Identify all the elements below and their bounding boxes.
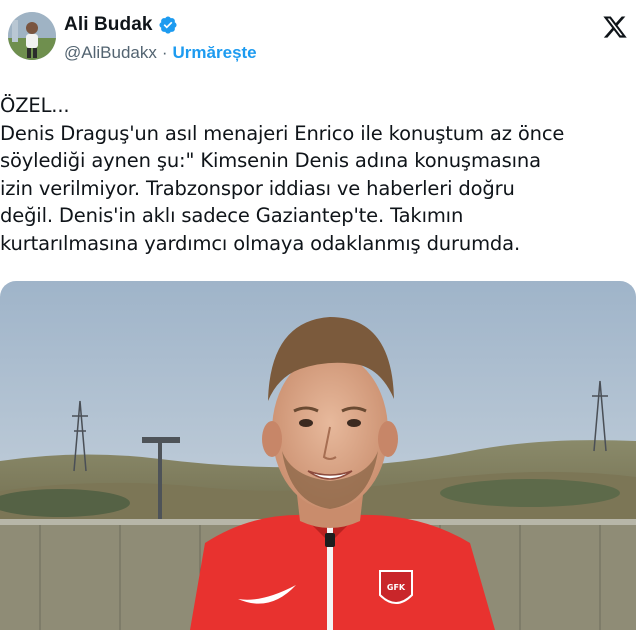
tweet-header: Ali Budak @AliBudakx · Urmărește [0, 0, 636, 76]
author-name-row: Ali Budak [64, 14, 178, 36]
author-display-name[interactable]: Ali Budak [64, 14, 153, 36]
x-logo-icon[interactable] [602, 14, 628, 40]
follow-button[interactable]: Urmărește [173, 43, 257, 63]
jersey-crest-text: GFK [387, 583, 406, 592]
separator-dot: · [161, 43, 168, 62]
tweet-photo[interactable]: GFK [0, 281, 636, 630]
player-photo: GFK [0, 281, 636, 630]
author-handle-row: @AliBudakx · Urmărește [64, 43, 257, 63]
avatar-photo [8, 12, 56, 60]
tweet-text: ÖZEL... Denis Draguş'un asıl menajeri En… [0, 94, 565, 255]
verified-badge-icon [158, 16, 177, 34]
author-handle[interactable]: @AliBudakx [64, 43, 157, 63]
author-avatar[interactable] [8, 12, 56, 60]
